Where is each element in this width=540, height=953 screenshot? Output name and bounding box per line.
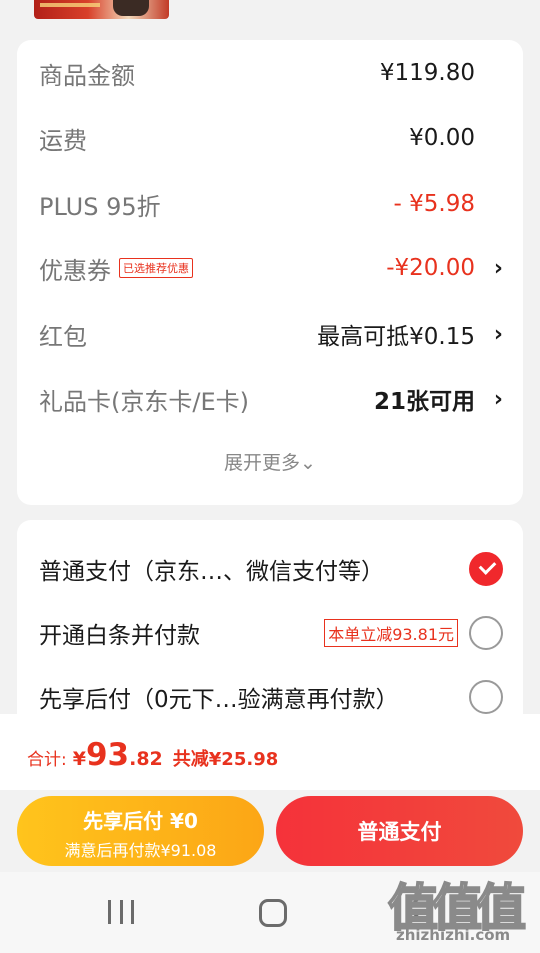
promo-badge: 本单立减93.81元	[324, 619, 458, 647]
watermark-url: zhizhizhi.com	[396, 926, 511, 944]
pay-later-button[interactable]: 先享后付 ¥0 满意后再付款¥91.08	[17, 796, 264, 866]
plus-discount-value: - ¥5.98	[393, 191, 475, 217]
plus-discount-label: PLUS 95折	[39, 192, 161, 221]
total-decimal: .82	[129, 748, 163, 770]
red-packet-value: 最高可抵¥0.15	[317, 324, 475, 350]
goods-amount-label: 商品金额	[39, 61, 135, 90]
row-goods-amount: 商品金额 ¥119.80	[39, 53, 503, 93]
product-thumbnail	[34, 0, 169, 19]
pay-later-subtitle: 满意后再付款¥91.08	[64, 841, 217, 860]
order-total: 合计: ¥ 93 .82 共减¥25.98	[27, 737, 278, 773]
red-packet-label: 红包	[39, 322, 87, 351]
radio-empty-icon[interactable]	[469, 680, 503, 714]
chevron-right-icon: ›	[493, 321, 503, 347]
expand-more-button[interactable]: 展开更多⌄	[17, 448, 523, 475]
row-coupon[interactable]: 优惠券 已选推荐优惠 -¥20.00 ›	[39, 248, 503, 288]
payment-option-label: 先享后付（0元下…验满意再付款）	[39, 687, 399, 713]
pay-later-title: 先享后付 ¥0	[83, 809, 198, 833]
pay-normal-button[interactable]: 普通支付	[276, 796, 523, 866]
coupon-label: 优惠券	[39, 256, 111, 285]
row-shipping: 运费 ¥0.00	[39, 118, 503, 158]
amounts-card: 商品金额 ¥119.80 运费 ¥0.00 PLUS 95折 - ¥5.98 优…	[17, 40, 523, 505]
home-icon[interactable]	[259, 899, 287, 927]
chevron-right-icon: ›	[493, 255, 503, 281]
order-summary-bar: 合计: ¥ 93 .82 共减¥25.98	[0, 714, 540, 790]
row-gift-card[interactable]: 礼品卡(京东卡/E卡) 21张可用 ›	[39, 379, 503, 419]
checkout-buttons: 先享后付 ¥0 满意后再付款¥91.08 普通支付	[0, 790, 540, 872]
shipping-value: ¥0.00	[409, 125, 475, 151]
payment-option-label: 开通白条并付款	[39, 623, 200, 649]
check-circle-icon[interactable]	[469, 552, 503, 586]
gift-card-label: 礼品卡(京东卡/E卡)	[39, 387, 249, 416]
recents-icon[interactable]	[108, 900, 134, 924]
coupon-value: -¥20.00	[386, 255, 475, 281]
row-red-packet[interactable]: 红包 最高可抵¥0.15 ›	[39, 314, 503, 354]
payment-option-normal[interactable]: 普通支付（京东…、微信支付等）	[39, 549, 503, 589]
radio-empty-icon[interactable]	[469, 616, 503, 650]
payment-option-pay-later[interactable]: 先享后付（0元下…验满意再付款）	[39, 677, 503, 717]
total-label: 合计:	[27, 750, 67, 770]
chevron-right-icon: ›	[493, 386, 503, 412]
shipping-label: 运费	[39, 126, 87, 155]
watermark-logo: 值值值 zhizhizhi.com	[387, 868, 538, 950]
payment-option-label: 普通支付（京东…、微信支付等）	[39, 559, 384, 585]
goods-amount-value: ¥119.80	[379, 60, 475, 86]
coupon-recommended-badge: 已选推荐优惠	[119, 258, 193, 278]
gift-card-value: 21张可用	[373, 389, 475, 415]
row-plus-discount: PLUS 95折 - ¥5.98	[39, 184, 503, 224]
total-saved: 共减¥25.98	[172, 749, 279, 770]
total-currency: ¥	[72, 748, 86, 770]
payment-option-baitiao[interactable]: 开通白条并付款 本单立减93.81元	[39, 613, 503, 653]
total-integer: 93	[85, 737, 130, 773]
